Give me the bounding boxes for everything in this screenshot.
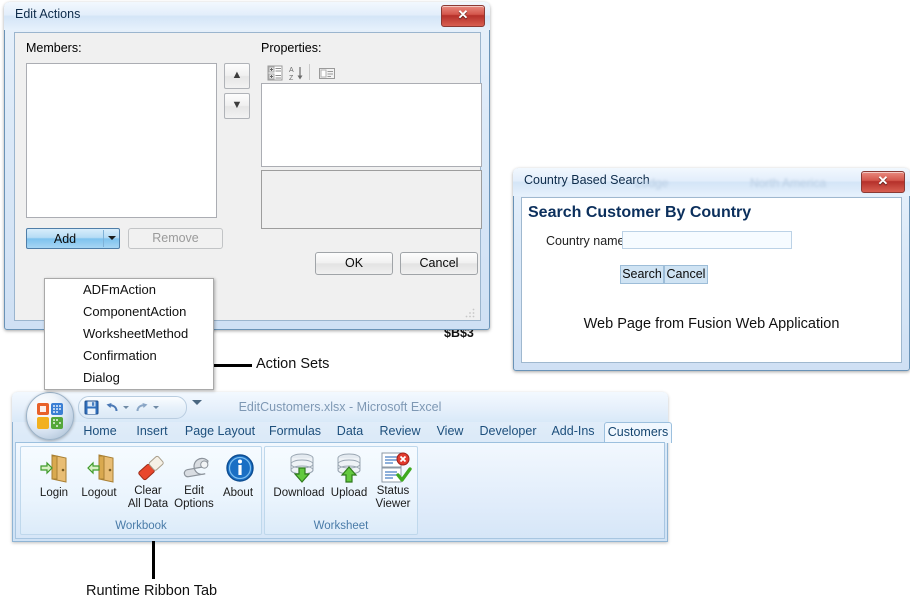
tab-page-layout[interactable]: Page Layout bbox=[178, 422, 262, 442]
edit-actions-title: Edit Actions bbox=[15, 7, 81, 21]
quick-access-toolbar bbox=[78, 396, 187, 419]
ribbon-group-worksheet: Worksheet Download Upload Status Viewer bbox=[264, 446, 418, 535]
ribbon-group-workbook-title: Workbook bbox=[115, 520, 167, 532]
callout-runtime-ribbon-tab: Runtime Ribbon Tab bbox=[86, 583, 218, 599]
menu-item-dialog[interactable]: Dialog bbox=[45, 367, 213, 389]
runtime-ribbon-leader-line bbox=[152, 541, 155, 579]
tab-view[interactable]: View bbox=[428, 422, 472, 442]
ribbon-button-edit-label: Edit bbox=[184, 485, 204, 497]
ribbon-button-status-label: Status bbox=[376, 485, 410, 497]
tab-data[interactable]: Data bbox=[328, 422, 372, 442]
redo-chevron-down-icon[interactable] bbox=[153, 406, 159, 409]
country-window-title: Country Based Search bbox=[524, 173, 650, 187]
members-label: Members: bbox=[26, 41, 82, 55]
door-enter-icon bbox=[33, 451, 75, 485]
add-dropdown-menu[interactable]: ADFmAction ComponentAction WorksheetMeth… bbox=[44, 278, 214, 390]
screenshot-root: $B$3 Edit Actions Members: ▲ ▼ Propertie… bbox=[0, 0, 910, 610]
ribbon-group-worksheet-title: Worksheet bbox=[313, 520, 369, 532]
redo-icon[interactable] bbox=[134, 400, 149, 420]
toolbar-separator bbox=[309, 64, 310, 80]
callout-action-sets: Action Sets bbox=[256, 356, 330, 372]
add-button-divider bbox=[103, 230, 104, 247]
properties-toolbar: A Z bbox=[261, 61, 480, 84]
fusion-note: Web Page from Fusion Web Application bbox=[583, 316, 840, 332]
tab-home[interactable]: Home bbox=[74, 422, 126, 442]
country-name-input[interactable] bbox=[622, 231, 792, 249]
svg-text:Z: Z bbox=[289, 75, 294, 82]
ribbon-button-edit-label2: Options bbox=[174, 498, 214, 510]
country-window-titlebar: Country Based Search Lodge North America bbox=[513, 168, 910, 196]
status-viewer-icon bbox=[371, 451, 415, 485]
menu-item-componentaction[interactable]: ComponentAction bbox=[45, 301, 213, 323]
door-exit-icon bbox=[75, 451, 123, 485]
undo-icon[interactable] bbox=[105, 400, 120, 420]
search-button[interactable]: Search bbox=[620, 265, 664, 284]
property-description-pane bbox=[261, 170, 482, 229]
info-icon bbox=[217, 451, 259, 485]
customize-qat-icon[interactable] bbox=[192, 400, 202, 405]
ribbon-group-workbook: Workbook Login Logout Clear All Data Edi… bbox=[20, 446, 262, 535]
arrow-down-icon[interactable]: ▼ bbox=[224, 93, 250, 119]
save-icon[interactable] bbox=[84, 400, 99, 420]
action-sets-leader-line bbox=[212, 364, 252, 367]
edit-actions-titlebar: Edit Actions bbox=[4, 2, 490, 30]
properties-label: Properties: bbox=[261, 41, 322, 55]
ok-button[interactable]: OK bbox=[315, 252, 393, 275]
close-icon[interactable] bbox=[441, 5, 485, 27]
property-pages-icon[interactable] bbox=[316, 63, 338, 83]
categorized-view-icon[interactable] bbox=[264, 63, 286, 83]
excel-window: EditCustomers.xlsx - Microsoft Excel Hom… bbox=[12, 392, 672, 542]
ghost-text-left: Lodge bbox=[635, 176, 669, 190]
tab-add-ins[interactable]: Add-Ins bbox=[544, 422, 602, 442]
add-button[interactable]: Add bbox=[26, 228, 120, 249]
eraser-icon bbox=[125, 451, 171, 485]
ribbon-button-about-label: About bbox=[222, 487, 254, 499]
country-based-search-window: Country Based Search Lodge North America… bbox=[513, 168, 910, 371]
country-window-body: Search Customer By Country Country name … bbox=[521, 197, 902, 363]
database-download-icon bbox=[271, 451, 327, 485]
ribbon-button-clear-label: Clear bbox=[134, 485, 162, 497]
menu-item-worksheetmethod[interactable]: WorksheetMethod bbox=[45, 323, 213, 345]
cancel-button[interactable]: Cancel bbox=[664, 265, 708, 284]
resize-grip-icon[interactable] bbox=[464, 306, 476, 318]
tab-insert[interactable]: Insert bbox=[126, 422, 178, 442]
undo-chevron-down-icon[interactable] bbox=[123, 406, 129, 409]
properties-grid[interactable] bbox=[261, 83, 482, 167]
tab-review[interactable]: Review bbox=[372, 422, 428, 442]
database-upload-icon bbox=[327, 451, 371, 485]
sort-alphabetical-icon[interactable]: A Z bbox=[286, 63, 308, 83]
tab-developer[interactable]: Developer bbox=[472, 422, 544, 442]
arrow-up-icon[interactable]: ▲ bbox=[224, 63, 250, 89]
tab-formulas[interactable]: Formulas bbox=[262, 422, 328, 442]
chevron-down-icon[interactable] bbox=[108, 236, 116, 240]
excel-ribbon: Workbook Login Logout Clear All Data Edi… bbox=[15, 442, 665, 539]
ribbon-button-status-label2: Viewer bbox=[375, 498, 411, 510]
country-name-label: Country name bbox=[546, 234, 625, 248]
tab-customers[interactable]: Customers bbox=[604, 422, 672, 443]
close-icon[interactable] bbox=[861, 171, 905, 193]
excel-tabstrip: Home Insert Page Layout Formulas Data Re… bbox=[12, 422, 672, 443]
wrench-icon bbox=[171, 451, 217, 485]
menu-item-adfmaction[interactable]: ADFmAction bbox=[45, 279, 213, 301]
svg-text:A: A bbox=[289, 67, 294, 74]
cancel-button[interactable]: Cancel bbox=[400, 252, 478, 275]
menu-item-confirmation[interactable]: Confirmation bbox=[45, 345, 213, 367]
ghost-text-right: North America bbox=[750, 176, 827, 190]
search-heading: Search Customer By Country bbox=[528, 204, 752, 221]
members-listbox[interactable] bbox=[26, 63, 217, 218]
add-button-label: Add bbox=[53, 232, 77, 246]
remove-button[interactable]: Remove bbox=[128, 228, 223, 249]
